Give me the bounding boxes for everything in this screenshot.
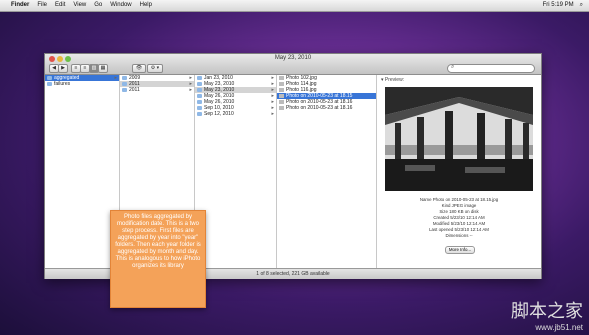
- menu-bar: Finder File Edit View Go Window Help Fri…: [0, 0, 589, 12]
- watermark-text: 脚本之家: [511, 301, 583, 322]
- image-file-icon: [279, 75, 284, 80]
- metadata: Name Photo on 2010-05-23 at 18.15.jpg Ki…: [377, 197, 541, 239]
- folder-icon: [197, 111, 202, 116]
- chevron-right-icon: ▸: [189, 87, 192, 93]
- spotlight-icon[interactable]: ⌕: [580, 0, 583, 11]
- title-bar[interactable]: May 23, 2010 ◀ ▶ ≡ ≡ ▥ ▦ 👁 ⚙ ▾ ⌕: [45, 54, 541, 75]
- folder-icon: [122, 75, 127, 80]
- menu-go[interactable]: Go: [94, 0, 102, 11]
- coverflow-view-button[interactable]: ▦: [98, 64, 108, 73]
- forward-button[interactable]: ▶: [58, 64, 68, 73]
- folder-icon: [197, 87, 202, 92]
- menu-help[interactable]: Help: [140, 0, 152, 11]
- folder-icon: [197, 99, 202, 104]
- annotation-callout: Photo files aggregated by modification d…: [110, 210, 206, 308]
- watermark: 脚本之家 www.jb51.net: [511, 297, 583, 332]
- folder-icon: [122, 81, 127, 86]
- search-field[interactable]: ⌕: [447, 64, 535, 73]
- column-1[interactable]: aggregated ▸ failures: [45, 75, 120, 268]
- image-file-icon: [279, 81, 284, 86]
- folder-icon: [47, 81, 52, 86]
- column-3[interactable]: Jan 23, 2010 ▸ May 23, 2010 ▸ May 23, 2010…: [195, 75, 277, 268]
- menu-window[interactable]: Window: [110, 0, 131, 11]
- chevron-right-icon: ▸: [271, 111, 274, 117]
- clock[interactable]: Fri 5:19 PM: [543, 0, 574, 11]
- search-icon: ⌕: [451, 64, 455, 70]
- menu-view[interactable]: View: [73, 0, 86, 11]
- list-item[interactable]: Sep 12, 2010 ▸: [195, 111, 276, 117]
- folder-icon: [47, 75, 52, 80]
- folder-icon: [197, 75, 202, 80]
- image-file-icon: [279, 99, 284, 104]
- folder-icon: [197, 81, 202, 86]
- quicklook-button[interactable]: 👁: [132, 64, 146, 73]
- image-file-icon: [279, 87, 284, 92]
- menu-extras: Fri 5:19 PM ⌕: [543, 0, 583, 11]
- watermark-url: www.jb51.net: [535, 323, 583, 332]
- list-item[interactable]: Photo on 2010-05-23 at 18.16: [277, 105, 376, 111]
- folder-icon: [197, 93, 202, 98]
- preview-pane: ▾ Preview: Name Photo on 2010-05-23 at 1…: [377, 75, 541, 268]
- meta-dimensions: Dimensions --: [445, 233, 473, 238]
- menu-finder[interactable]: Finder: [11, 0, 29, 11]
- preview-image: [385, 87, 533, 191]
- column-4[interactable]: Photo 102.jpg Photo 114.jpg Photo 116.jp…: [277, 75, 377, 268]
- list-item[interactable]: failures: [45, 81, 119, 87]
- photo-drawing: [385, 87, 533, 191]
- menu-edit[interactable]: Edit: [55, 0, 65, 11]
- action-gear-button[interactable]: ⚙ ▾: [147, 64, 163, 73]
- menu-file[interactable]: File: [37, 0, 47, 11]
- preview-heading[interactable]: ▾ Preview:: [377, 75, 541, 85]
- window-title: May 23, 2010: [274, 55, 312, 61]
- folder-icon: [197, 105, 202, 110]
- image-file-icon: [279, 93, 284, 98]
- folder-icon: [122, 87, 127, 92]
- list-item[interactable]: 2011 ▸: [120, 87, 194, 93]
- image-file-icon: [279, 105, 284, 110]
- more-info-button[interactable]: More Info...: [445, 246, 475, 254]
